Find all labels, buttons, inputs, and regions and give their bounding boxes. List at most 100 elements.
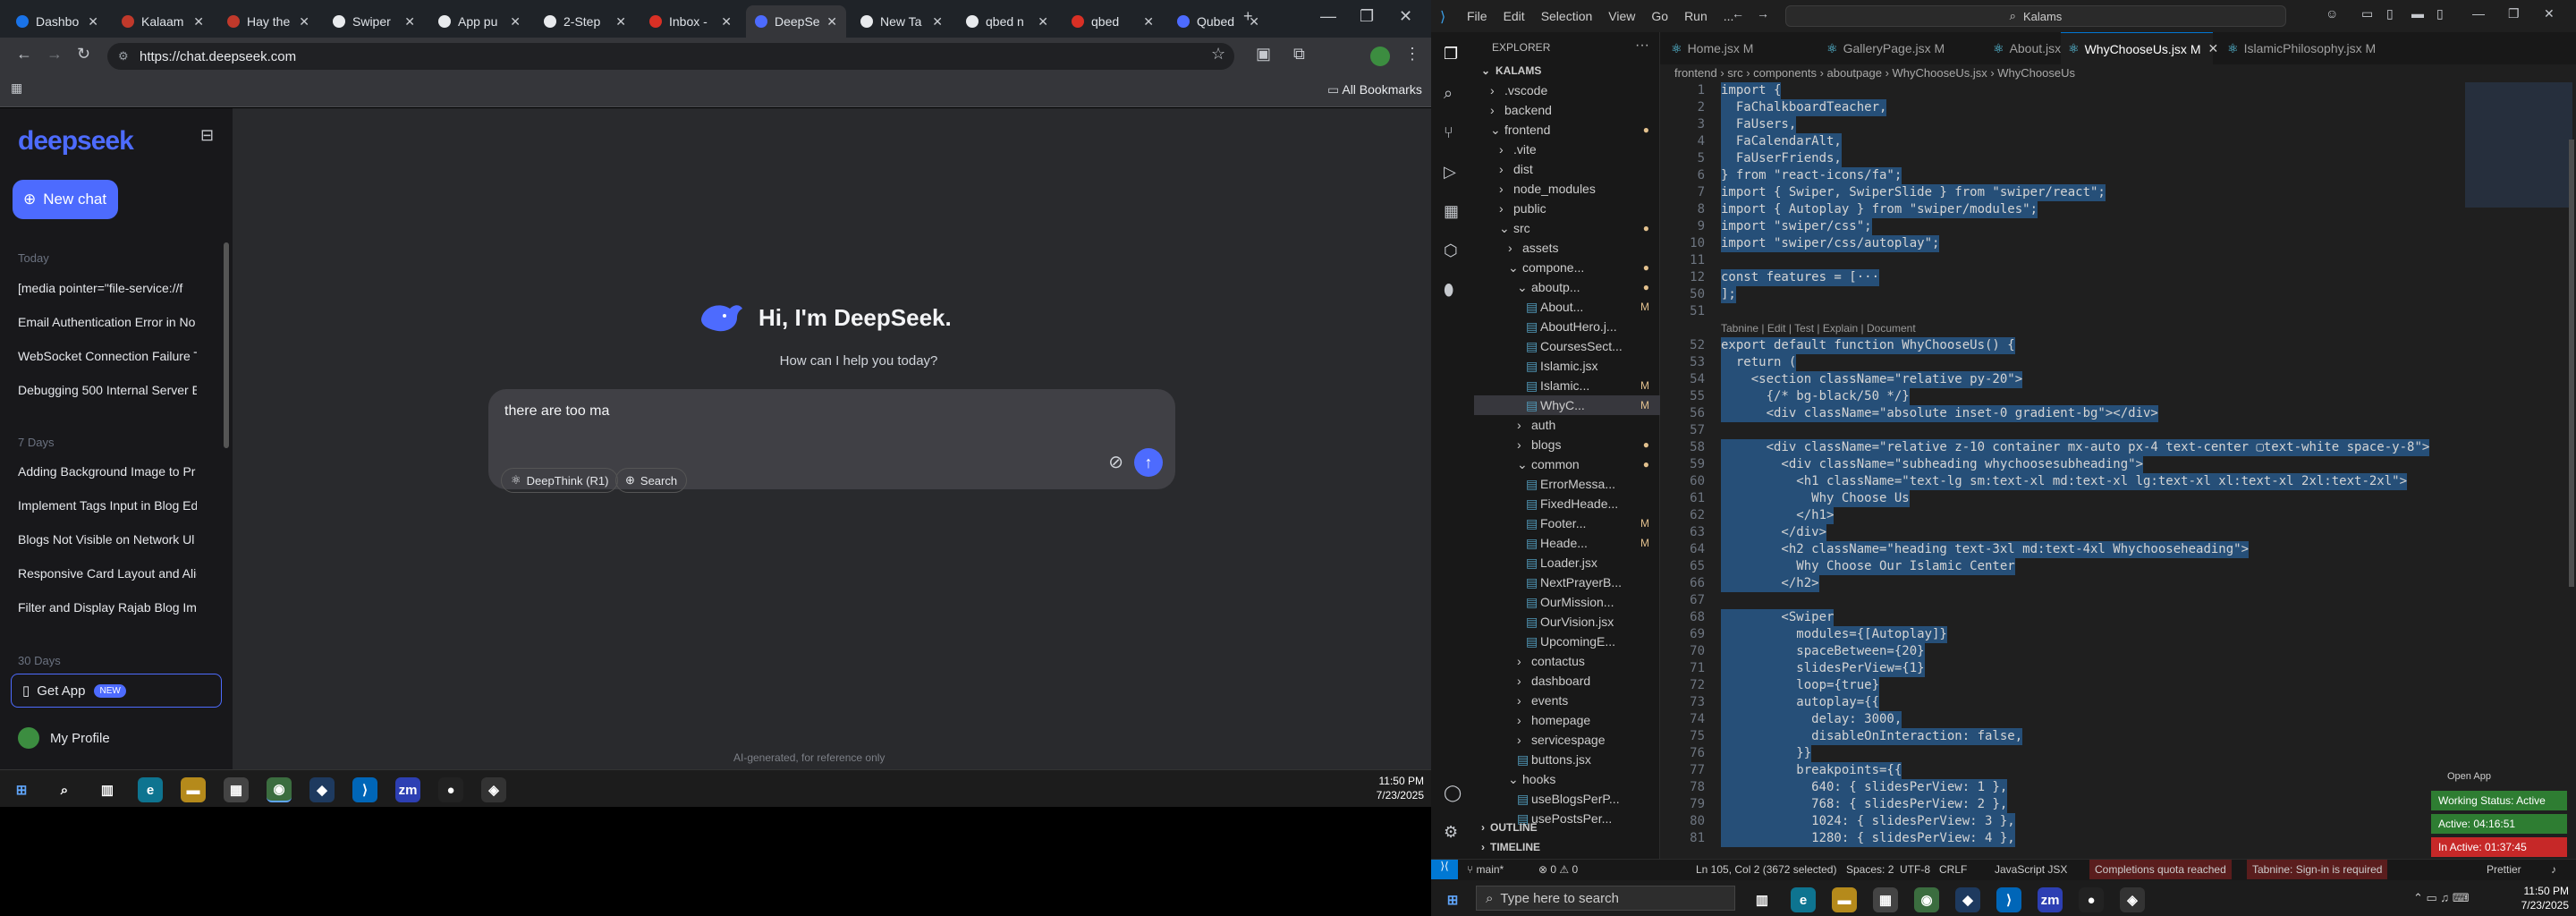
app-icon[interactable]: ◆ [1955, 887, 1980, 912]
menu-kebab-icon[interactable]: ⋮ [1404, 45, 1420, 64]
tree-item[interactable]: ▤ Footer... M [1474, 513, 1660, 533]
chrome-icon[interactable]: ◉ [267, 777, 292, 802]
reload-icon[interactable]: ↻ [77, 45, 90, 64]
close-tab-icon[interactable]: ✕ [299, 14, 309, 30]
close-window-icon[interactable]: ✕ [2544, 6, 2555, 21]
menu-item[interactable]: Selection [1541, 9, 1593, 23]
line-endings[interactable]: CRLF [1939, 863, 1967, 876]
breadcrumb[interactable]: frontend › src › components › aboutpage … [1674, 66, 2075, 80]
tree-item[interactable]: › servicespage [1474, 730, 1660, 750]
tree-item[interactable]: ▤ Loader.jsx [1474, 553, 1660, 572]
tree-item[interactable]: ▤ UpcomingE... [1474, 632, 1660, 651]
search-button[interactable]: ⊕ Search [615, 468, 688, 493]
my-profile[interactable]: My Profile [18, 727, 110, 749]
app3-icon[interactable]: ◈ [481, 777, 506, 802]
tree-item[interactable]: › blogs ● [1474, 435, 1660, 454]
clock[interactable]: 11:50 PM 7/23/2025 [2521, 884, 2569, 912]
extension-icon[interactable]: ▣ [1256, 45, 1271, 64]
tree-item[interactable]: ⌄ aboutp... ● [1474, 277, 1660, 297]
tree-item[interactable]: ▤ OurVision.jsx [1474, 612, 1660, 632]
tree-item[interactable]: › events [1474, 691, 1660, 710]
url-input[interactable]: ⚙ https://chat.deepseek.com [107, 43, 1234, 70]
chrome-icon[interactable]: ◉ [1914, 887, 1939, 912]
manage-gear-icon[interactable]: ⚙ [1444, 823, 1458, 842]
close-tab-icon[interactable]: ✕ [510, 14, 521, 30]
tree-item[interactable]: › public [1474, 199, 1660, 218]
toggle-sidebar-icon[interactable]: ▯ [2386, 6, 2394, 21]
app3-icon[interactable]: ◈ [2120, 887, 2145, 912]
edge-icon[interactable]: e [1791, 887, 1816, 912]
chat-history-item[interactable]: Blogs Not Visible on Network Ul [18, 532, 197, 547]
chat-history-item[interactable]: Implement Tags Input in Blog Ed [18, 498, 197, 513]
tree-item[interactable]: ▤ buttons.jsx [1474, 750, 1660, 769]
new-tab-icon[interactable]: + [1243, 7, 1253, 26]
editor-scrollbar[interactable] [2569, 140, 2574, 587]
store-icon[interactable]: ▦ [1873, 887, 1898, 912]
tree-item[interactable]: ▤ Islamic... M [1474, 376, 1660, 395]
browser-tab[interactable]: App pu ✕ [429, 5, 530, 38]
forward-icon[interactable]: → [1757, 6, 1769, 21]
chat-history-item[interactable]: Adding Background Image to Pr [18, 464, 197, 479]
tree-item[interactable]: ▤ Islamic.jsx [1474, 356, 1660, 376]
taskbar-search-input[interactable]: ⌕ Type here to search [1476, 886, 1735, 911]
chat-history-item[interactable]: [media pointer="file-service://f [18, 281, 197, 295]
minimap[interactable] [2465, 82, 2572, 208]
app-icon[interactable]: ◆ [309, 777, 335, 802]
tree-item[interactable]: ▤ OurMission... [1474, 592, 1660, 612]
chat-history-item[interactable]: Filter and Display Rajab Blog Ima [18, 600, 197, 615]
minimize-icon[interactable]: — [2472, 6, 2485, 21]
run-debug-icon[interactable]: ▷ [1444, 163, 1456, 182]
outline-section[interactable]: › OUTLINE [1474, 818, 1660, 837]
tree-item[interactable]: › .vscode [1474, 81, 1660, 100]
tree-item[interactable]: ⌄ KALAMS [1474, 61, 1660, 81]
tree-item[interactable]: › dist [1474, 159, 1660, 179]
close-tab-icon[interactable]: ✕ [932, 14, 943, 30]
tree-item[interactable]: ⌄ frontend ● [1474, 120, 1660, 140]
tree-item[interactable]: ⌄ common ● [1474, 454, 1660, 474]
cursor-position[interactable]: Ln 105, Col 2 (3672 selected) [1696, 863, 1836, 876]
close-tab-icon[interactable]: ✕ [1038, 14, 1048, 30]
editor-tab[interactable]: ⚛ Home.jsx M [1664, 32, 1816, 64]
task-view-icon[interactable]: ▥ [1750, 887, 1775, 912]
chat-history-item[interactable]: Email Authentication Error in No [18, 315, 197, 329]
apps-grid-icon[interactable]: ▦ [11, 81, 22, 96]
search-icon[interactable]: ⌕ [1444, 84, 1453, 103]
close-tab-icon[interactable]: ✕ [615, 14, 626, 30]
windows-start-icon[interactable]: ⊞ [1440, 887, 1465, 912]
tree-item[interactable]: › backend [1474, 100, 1660, 120]
zoom-icon[interactable]: zm [395, 777, 420, 802]
close-tab-icon[interactable]: ✕ [2207, 41, 2218, 56]
deepthink-button[interactable]: ⚛ DeepThink (R1) [501, 468, 619, 493]
explorer-icon[interactable]: ❐ [1444, 45, 1458, 64]
open-app-link[interactable]: Open App [2447, 771, 2491, 782]
all-bookmarks[interactable]: ▭ All Bookmarks [1327, 82, 1422, 98]
tree-item[interactable]: › node_modules [1474, 179, 1660, 199]
tree-item[interactable]: ▤ Heade... M [1474, 533, 1660, 553]
browser-tab[interactable]: Inbox - ✕ [640, 5, 741, 38]
maximize-icon[interactable]: ❐ [1360, 7, 1374, 26]
extensions-puzzle-icon[interactable]: ⧉ [1293, 45, 1305, 64]
layout-icon[interactable]: ▭ [2361, 6, 2373, 21]
indentation[interactable]: Spaces: 2 [1846, 863, 1894, 876]
menu-item[interactable]: Edit [1504, 9, 1525, 23]
deepseek-logo[interactable]: deepseek [18, 126, 134, 157]
browser-tab[interactable]: qbed ✕ [1063, 5, 1163, 38]
minimize-icon[interactable]: — [1320, 7, 1336, 26]
tree-item[interactable]: ▤ FixedHeade... [1474, 494, 1660, 513]
toggle-panel-icon[interactable]: ▬ [2411, 6, 2424, 21]
edge-icon[interactable]: e [138, 777, 163, 802]
tree-item[interactable]: › homepage [1474, 710, 1660, 730]
tree-item[interactable]: › dashboard [1474, 671, 1660, 691]
tree-item[interactable]: ▤ WhyC... M [1474, 395, 1660, 415]
tray-icons[interactable]: ⌃ ▭ ♫ ⌨ [2413, 891, 2470, 905]
new-chat-button[interactable]: ⊕ New chat [13, 180, 118, 219]
close-tab-icon[interactable]: ✕ [826, 14, 837, 30]
maximize-icon[interactable]: ❐ [2508, 6, 2520, 21]
chat-input[interactable]: there are too ma [504, 403, 609, 420]
tree-item[interactable]: ⌄ hooks [1474, 769, 1660, 789]
editor-tab[interactable]: ⚛ WhyChooseUs.jsx M ✕ [2061, 32, 2218, 64]
zoom-icon[interactable]: zm [2038, 887, 2063, 912]
menu-item[interactable]: Go [1651, 9, 1668, 23]
encoding[interactable]: UTF-8 [1900, 863, 1930, 876]
bookmark-star-icon[interactable]: ☆ [1211, 45, 1225, 64]
